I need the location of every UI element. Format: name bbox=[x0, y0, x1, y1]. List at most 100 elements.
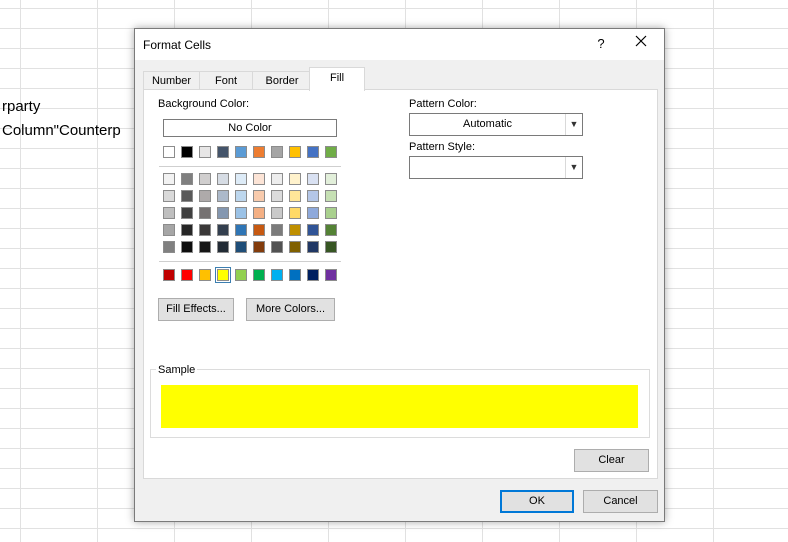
tint-row5-swatch-7[interactable] bbox=[271, 241, 283, 253]
tint-row2-swatch-4[interactable] bbox=[217, 190, 229, 202]
theme-swatch-1[interactable] bbox=[163, 146, 175, 158]
standard-swatch-6[interactable] bbox=[253, 269, 265, 281]
tint-row3-swatch-10[interactable] bbox=[325, 207, 337, 219]
tint-row1-swatch-1[interactable] bbox=[163, 173, 175, 185]
tint-row1-swatch-5[interactable] bbox=[235, 173, 247, 185]
tint-row3-swatch-6[interactable] bbox=[253, 207, 265, 219]
tint-row5-swatch-9[interactable] bbox=[307, 241, 319, 253]
tint-row1-swatch-3[interactable] bbox=[199, 173, 211, 185]
standard-swatch-1[interactable] bbox=[163, 269, 175, 281]
tint-row5-swatch-5[interactable] bbox=[235, 241, 247, 253]
tint-row5-swatch-6[interactable] bbox=[253, 241, 265, 253]
tint-row3-swatch-1[interactable] bbox=[163, 207, 175, 219]
tint-row4-swatch-10[interactable] bbox=[325, 224, 337, 236]
theme-swatch-4[interactable] bbox=[217, 146, 229, 158]
standard-swatch-8[interactable] bbox=[289, 269, 301, 281]
tint-row5-swatch-8[interactable] bbox=[289, 241, 301, 253]
pattern-style-dropdown[interactable]: ▼ bbox=[409, 156, 583, 179]
tint-row3-swatch-5[interactable] bbox=[235, 207, 247, 219]
standard-swatch-4[interactable] bbox=[215, 267, 231, 283]
tint-row1-swatch-8[interactable] bbox=[289, 173, 301, 185]
dialog-titlebar[interactable]: Format Cells ? bbox=[135, 29, 664, 60]
tint-row1-swatch-2[interactable] bbox=[181, 173, 193, 185]
theme-swatch-5[interactable] bbox=[235, 146, 247, 158]
tint-row1-swatch-4[interactable] bbox=[217, 173, 229, 185]
tint-row2-swatch-10[interactable] bbox=[325, 190, 337, 202]
cell-text-1[interactable]: rparty bbox=[2, 98, 40, 115]
standard-swatch-9[interactable] bbox=[307, 269, 319, 281]
dialog-title: Format Cells bbox=[143, 38, 212, 52]
tint-row4-swatch-2[interactable] bbox=[181, 224, 193, 236]
tint-row5-swatch-10[interactable] bbox=[325, 241, 337, 253]
fill-effects-button[interactable]: Fill Effects... bbox=[158, 298, 234, 321]
sample-label: Sample bbox=[156, 364, 198, 376]
background-color-label: Background Color: bbox=[158, 98, 249, 110]
tint-row3-swatch-3[interactable] bbox=[199, 207, 211, 219]
tint-row4-swatch-5[interactable] bbox=[235, 224, 247, 236]
sample-preview bbox=[161, 385, 638, 428]
chevron-down-icon[interactable]: ▼ bbox=[565, 157, 582, 178]
tint-row5-swatch-4[interactable] bbox=[217, 241, 229, 253]
palette-divider-2 bbox=[159, 261, 341, 262]
pattern-style-label: Pattern Style: bbox=[409, 141, 476, 153]
standard-swatch-10[interactable] bbox=[325, 269, 337, 281]
close-icon[interactable] bbox=[629, 34, 653, 54]
tint-row5-swatch-3[interactable] bbox=[199, 241, 211, 253]
tint-row4-swatch-7[interactable] bbox=[271, 224, 283, 236]
tint-row2-swatch-1[interactable] bbox=[163, 190, 175, 202]
format-cells-dialog: Format Cells ? Number Font Border Fill B… bbox=[134, 28, 665, 522]
clear-button[interactable]: Clear bbox=[574, 449, 649, 472]
tint-row1-swatch-9[interactable] bbox=[307, 173, 319, 185]
tint-row4-swatch-8[interactable] bbox=[289, 224, 301, 236]
theme-swatch-9[interactable] bbox=[307, 146, 319, 158]
cancel-button[interactable]: Cancel bbox=[583, 490, 658, 513]
chevron-down-icon[interactable]: ▼ bbox=[565, 114, 582, 135]
cell-text-2[interactable]: Column"Counterp bbox=[2, 122, 121, 139]
tint-row2-swatch-8[interactable] bbox=[289, 190, 301, 202]
palette-divider-1 bbox=[159, 166, 341, 167]
no-color-button[interactable]: No Color bbox=[163, 119, 337, 137]
tab-border[interactable]: Border bbox=[252, 71, 312, 90]
pattern-color-dropdown[interactable]: Automatic ▼ bbox=[409, 113, 583, 136]
tint-row4-swatch-6[interactable] bbox=[253, 224, 265, 236]
pattern-color-label: Pattern Color: bbox=[409, 98, 477, 110]
tint-row4-swatch-1[interactable] bbox=[163, 224, 175, 236]
pattern-color-value: Automatic bbox=[463, 118, 512, 130]
theme-swatch-2[interactable] bbox=[181, 146, 193, 158]
tab-font[interactable]: Font bbox=[199, 71, 253, 90]
tint-row2-swatch-5[interactable] bbox=[235, 190, 247, 202]
tint-row1-swatch-6[interactable] bbox=[253, 173, 265, 185]
standard-swatch-3[interactable] bbox=[199, 269, 211, 281]
theme-swatch-7[interactable] bbox=[271, 146, 283, 158]
help-icon[interactable]: ? bbox=[591, 34, 611, 54]
tint-row3-swatch-8[interactable] bbox=[289, 207, 301, 219]
more-colors-button[interactable]: More Colors... bbox=[246, 298, 335, 321]
tint-row5-swatch-1[interactable] bbox=[163, 241, 175, 253]
tint-row4-swatch-4[interactable] bbox=[217, 224, 229, 236]
tint-row2-swatch-6[interactable] bbox=[253, 190, 265, 202]
close-glyph bbox=[635, 35, 647, 47]
standard-swatch-7[interactable] bbox=[271, 269, 283, 281]
tint-row3-swatch-2[interactable] bbox=[181, 207, 193, 219]
tint-row2-swatch-7[interactable] bbox=[271, 190, 283, 202]
ok-button[interactable]: OK bbox=[500, 490, 574, 513]
tint-row5-swatch-2[interactable] bbox=[181, 241, 193, 253]
tint-row3-swatch-7[interactable] bbox=[271, 207, 283, 219]
standard-swatch-5[interactable] bbox=[235, 269, 247, 281]
theme-swatch-10[interactable] bbox=[325, 146, 337, 158]
tint-row2-swatch-2[interactable] bbox=[181, 190, 193, 202]
tint-row3-swatch-9[interactable] bbox=[307, 207, 319, 219]
theme-swatch-8[interactable] bbox=[289, 146, 301, 158]
tab-number[interactable]: Number bbox=[143, 71, 200, 90]
tint-row4-swatch-9[interactable] bbox=[307, 224, 319, 236]
tint-row1-swatch-10[interactable] bbox=[325, 173, 337, 185]
standard-swatch-2[interactable] bbox=[181, 269, 193, 281]
theme-swatch-6[interactable] bbox=[253, 146, 265, 158]
tint-row2-swatch-3[interactable] bbox=[199, 190, 211, 202]
tint-row4-swatch-3[interactable] bbox=[199, 224, 211, 236]
tint-row3-swatch-4[interactable] bbox=[217, 207, 229, 219]
tab-fill[interactable]: Fill bbox=[309, 67, 365, 91]
theme-swatch-3[interactable] bbox=[199, 146, 211, 158]
tint-row1-swatch-7[interactable] bbox=[271, 173, 283, 185]
tint-row2-swatch-9[interactable] bbox=[307, 190, 319, 202]
